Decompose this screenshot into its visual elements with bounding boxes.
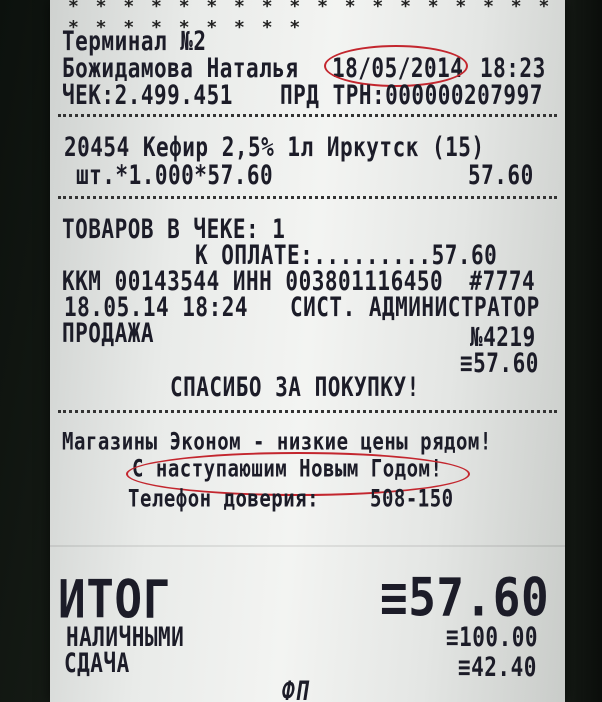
separator-line <box>58 410 557 413</box>
separator-line <box>58 196 557 199</box>
item-description: 20454 Кефир 2,5% 1л Иркутск (15) <box>64 132 485 162</box>
cash-value: ≡100.00 <box>446 622 539 652</box>
change-value: ≡42.40 <box>458 652 537 682</box>
cashier-name: Божидамова Наталья <box>62 53 299 83</box>
separator-line <box>58 114 557 117</box>
total-label: ИТОГ <box>58 568 171 631</box>
check-number: ЧЕК:2.499.451 <box>62 80 233 110</box>
system-admin: СИСТ. АДМИНИСТРАТОР <box>290 292 540 322</box>
sale-label: ПРОДАЖА <box>62 318 155 348</box>
fiscal-mark: ФП <box>282 676 309 702</box>
sum-small: ≡57.60 <box>460 348 539 378</box>
phone-number: 508-150 <box>370 485 454 513</box>
paper-fold <box>50 545 565 547</box>
thanks-message: СПАСИБО ЗА ПОКУПКУ! <box>170 372 420 402</box>
total-value: ≡57.60 <box>380 566 550 629</box>
change-label: СДАЧА <box>64 648 130 678</box>
item-quantity-price: шт.*1.000*57.60 <box>76 160 274 190</box>
item-total: 57.60 <box>468 160 534 190</box>
prd-trn-number: ПРД ТРН:000000207997 <box>280 80 543 110</box>
phone-label: Телефон доверия: <box>128 485 320 513</box>
receipt-paper: * * * * * * * * * * * * * * * * * * * * … <box>50 0 565 702</box>
terminal-label: Терминал №2 <box>62 26 207 56</box>
receipt-time: 18:23 <box>480 53 546 83</box>
